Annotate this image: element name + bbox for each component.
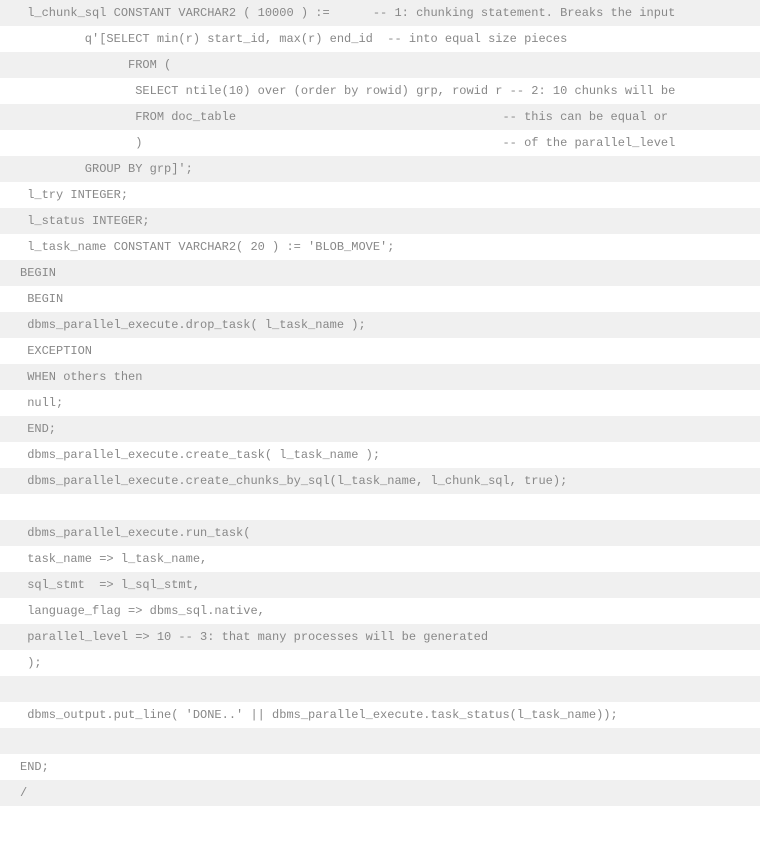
code-line: / bbox=[0, 780, 760, 806]
code-line bbox=[0, 728, 760, 754]
code-line: dbms_parallel_execute.drop_task( l_task_… bbox=[0, 312, 760, 338]
code-line: dbms_parallel_execute.create_chunks_by_s… bbox=[0, 468, 760, 494]
code-line: parallel_level => 10 -- 3: that many pro… bbox=[0, 624, 760, 650]
code-line: EXCEPTION bbox=[0, 338, 760, 364]
code-line: ) -- of the parallel_level bbox=[0, 130, 760, 156]
code-line: END; bbox=[0, 416, 760, 442]
code-line: language_flag => dbms_sql.native, bbox=[0, 598, 760, 624]
code-line: ); bbox=[0, 650, 760, 676]
code-line: BEGIN bbox=[0, 286, 760, 312]
code-line: l_task_name CONSTANT VARCHAR2( 20 ) := '… bbox=[0, 234, 760, 260]
code-line: WHEN others then bbox=[0, 364, 760, 390]
code-line: SELECT ntile(10) over (order by rowid) g… bbox=[0, 78, 760, 104]
code-line: FROM doc_table -- this can be equal or bbox=[0, 104, 760, 130]
code-line: END; bbox=[0, 754, 760, 780]
code-line: l_chunk_sql CONSTANT VARCHAR2 ( 10000 ) … bbox=[0, 0, 760, 26]
code-line: q'[SELECT min(r) start_id, max(r) end_id… bbox=[0, 26, 760, 52]
code-line bbox=[0, 494, 760, 520]
code-line: BEGIN bbox=[0, 260, 760, 286]
code-line: task_name => l_task_name, bbox=[0, 546, 760, 572]
code-line: sql_stmt => l_sql_stmt, bbox=[0, 572, 760, 598]
code-block: l_chunk_sql CONSTANT VARCHAR2 ( 10000 ) … bbox=[0, 0, 760, 806]
code-line: dbms_output.put_line( 'DONE..' || dbms_p… bbox=[0, 702, 760, 728]
code-line: null; bbox=[0, 390, 760, 416]
code-line: dbms_parallel_execute.run_task( bbox=[0, 520, 760, 546]
code-line: GROUP BY grp]'; bbox=[0, 156, 760, 182]
code-line: dbms_parallel_execute.create_task( l_tas… bbox=[0, 442, 760, 468]
code-line bbox=[0, 676, 760, 702]
code-line: l_status INTEGER; bbox=[0, 208, 760, 234]
code-line: FROM ( bbox=[0, 52, 760, 78]
code-line: l_try INTEGER; bbox=[0, 182, 760, 208]
